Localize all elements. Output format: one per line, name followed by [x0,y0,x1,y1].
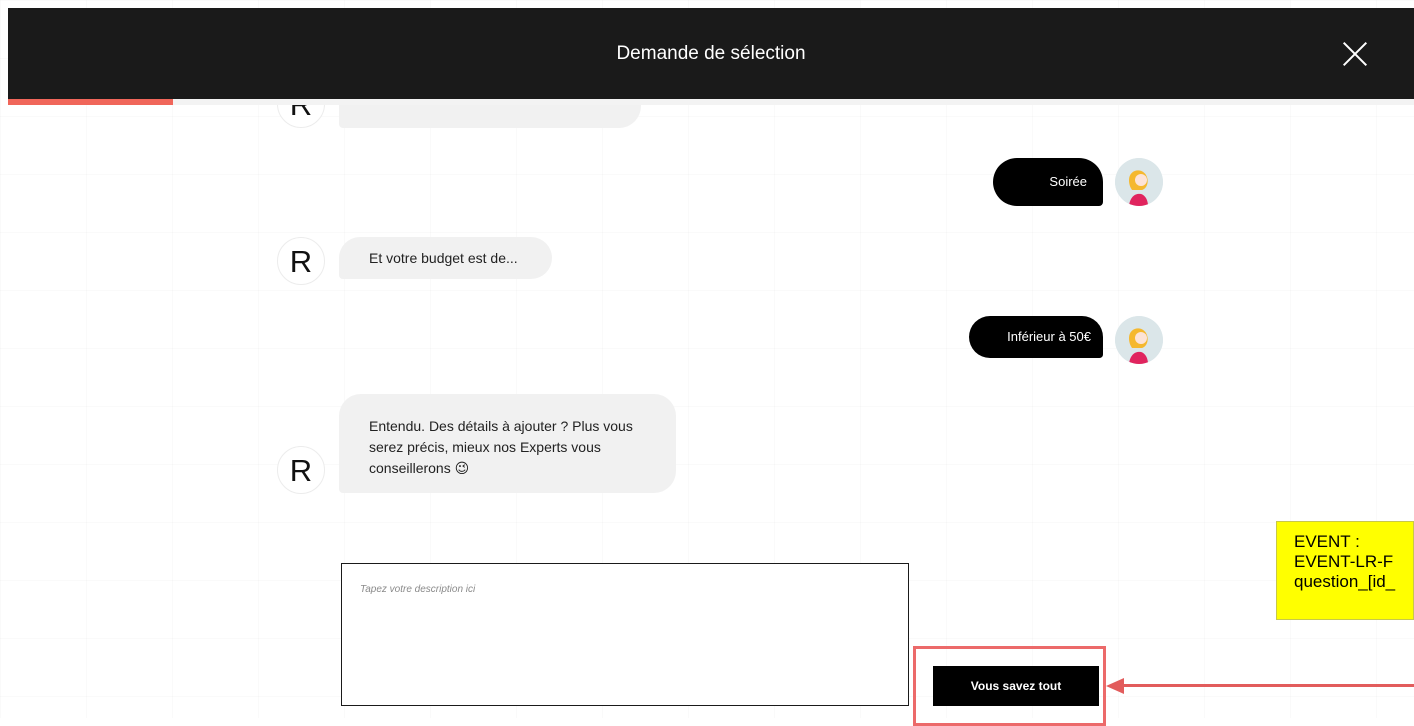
user-message-bubble: Inférieur à 50€ [969,316,1103,358]
user-avatar-illustration [1115,158,1163,206]
bot-message-line: Entendu. Des détails à ajouter ? Plus vo… [369,418,633,434]
modal-header-overlay: Demande de sélection [8,8,1414,99]
bot-message-line: serez précis, mieux nos Experts vous [369,439,601,455]
progress-fill-overlay [8,99,173,105]
annotation-arrow-head [1106,678,1124,694]
event-annotation-note: EVENT : EVENT-LR-F question_[id_ [1276,521,1414,620]
description-field[interactable] [341,563,909,706]
annotation-highlight-box [913,646,1106,726]
bot-message-bubble: Entendu. Des détails à ajouter ? Plus vo… [339,394,676,493]
wink-emoji-icon: 😉 [454,460,470,476]
user-message-bubble: Soirée [993,158,1103,206]
event-note-line: EVENT-LR-F [1294,552,1394,571]
user-avatar-illustration [1115,316,1163,364]
bot-message-text: Et votre budget est de... [369,250,518,266]
progress-bar-overlay [8,99,1414,105]
modal-title-overlay: Demande de sélection [616,43,806,64]
annotation-arrow-line [1122,684,1414,687]
event-note-line: EVENT : [1294,532,1360,551]
bot-message-bubble: Et votre budget est de... [339,237,552,279]
close-icon[interactable] [1342,41,1368,67]
description-input[interactable] [342,564,908,705]
user-message-text: Inférieur à 50€ [1007,329,1091,344]
bot-avatar-letter: R [289,453,313,488]
bot-avatar: R [277,237,325,285]
bot-avatar: R [277,446,325,494]
user-avatar-icon [1115,158,1163,206]
user-message-text: Soirée [1049,174,1087,189]
event-note-line: question_[id_ [1294,572,1396,591]
user-avatar-icon [1115,316,1163,364]
bot-message-line: conseillerons [369,460,451,476]
bot-avatar-letter: R [289,244,313,279]
